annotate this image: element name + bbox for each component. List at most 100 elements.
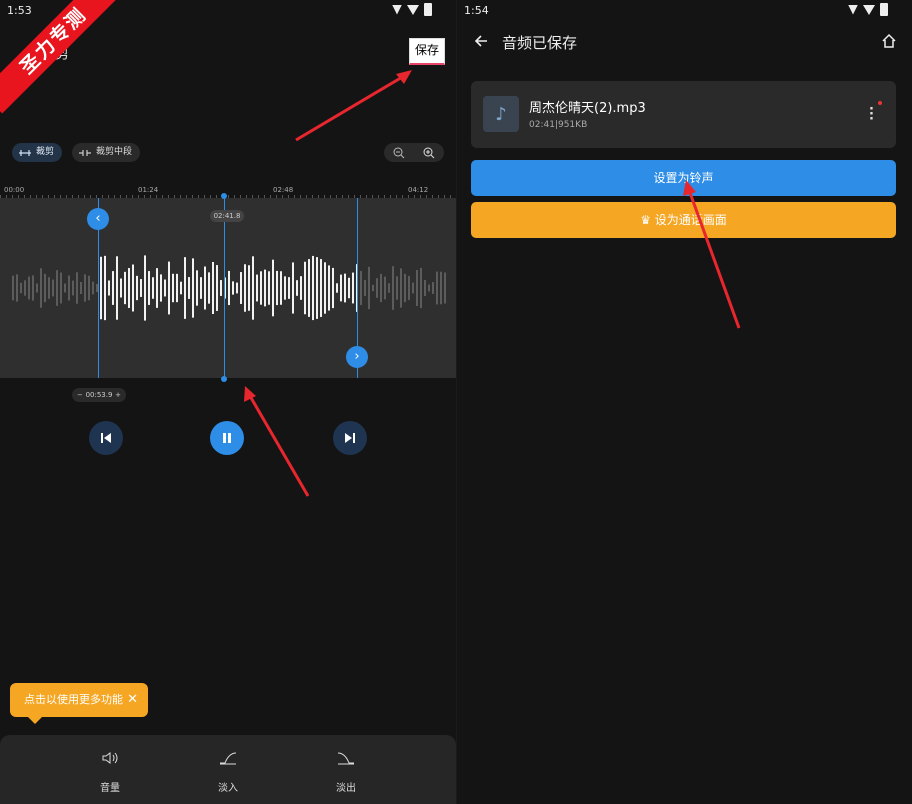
waveform-bar — [364, 279, 366, 297]
waveform-bar — [140, 279, 142, 297]
signal-icon — [863, 4, 875, 15]
skip-previous-button[interactable] — [89, 421, 123, 455]
waveform-bar — [432, 282, 434, 294]
waveform-bar — [300, 276, 302, 300]
save-button[interactable]: 保存 — [409, 38, 445, 65]
trim-mode-chip[interactable]: 裁剪 — [12, 143, 63, 162]
signal-icon — [407, 4, 419, 15]
waveform-bar — [328, 265, 330, 311]
zoom-in-icon[interactable] — [421, 145, 437, 161]
feature-tooltip[interactable]: 点击以使用更多功能 ✕ — [10, 683, 148, 724]
skip-next-button[interactable] — [333, 421, 367, 455]
close-icon[interactable]: ✕ — [127, 683, 138, 717]
waveform-bar — [436, 271, 438, 305]
crown-icon: ♛ — [640, 213, 651, 227]
waveform-bar — [104, 255, 106, 321]
waveform-bar — [372, 284, 374, 292]
page-title: 音频已保存 — [502, 34, 578, 52]
waveform-area[interactable] — [0, 198, 456, 378]
waveform-bar — [100, 256, 102, 320]
set-ringtone-button[interactable]: 设置为铃声 — [471, 160, 896, 196]
end-handle-chevron-right-icon[interactable]: › — [346, 346, 368, 368]
zoom-controls — [384, 143, 444, 162]
pause-button[interactable] — [210, 421, 244, 455]
file-meta: 02:41|951KB — [529, 120, 588, 130]
tool-fade-in-label: 淡入 — [218, 783, 238, 794]
set-call-screen-button[interactable]: ♛ 设为通话画面 — [471, 202, 896, 238]
right-screen: 1:54 音频已保存 ♪ 周杰伦晴天(2).mp3 02:41|951KB · ·… — [457, 0, 912, 804]
waveform-bar — [48, 277, 50, 299]
timeline-ruler: 00:00 01:24 02:48 04:12 — [0, 182, 456, 200]
fade-in-icon — [220, 752, 237, 765]
tool-fade-out-label: 淡出 — [336, 783, 356, 794]
waveform-bar — [36, 283, 38, 293]
waveform-bar — [24, 280, 26, 296]
waveform-bar — [316, 257, 318, 319]
waveform-bar — [348, 277, 350, 299]
ruler-label: 01:24 — [138, 186, 159, 194]
waveform-bar — [32, 275, 34, 301]
waveform-bar — [16, 274, 18, 302]
file-duration: 02:41 — [529, 120, 555, 130]
waveform-bar — [256, 274, 258, 302]
playhead-line[interactable] — [224, 196, 225, 380]
waveform-bar — [440, 271, 442, 305]
zoom-out-icon[interactable] — [391, 145, 407, 161]
start-handle-chevron-left-icon[interactable]: ‹ — [87, 208, 109, 230]
playhead-bottom-knob[interactable] — [221, 376, 227, 382]
waveform-bar — [56, 270, 58, 306]
more-options-icon[interactable]: · · · — [869, 103, 874, 126]
waveform-bar — [116, 256, 118, 320]
saved-file-card[interactable]: ♪ 周杰伦晴天(2).mp3 02:41|951KB · · · — [471, 81, 896, 148]
waveform-bar — [232, 281, 234, 295]
trim-middle-chip[interactable]: 裁剪中段 — [72, 143, 141, 162]
waveform-bar — [332, 267, 334, 309]
trim-middle-icon — [79, 149, 91, 156]
waveform-bar — [156, 268, 158, 308]
waveform-bar — [376, 278, 378, 298]
waveform-bar — [20, 282, 22, 294]
waveform-bar — [272, 259, 274, 317]
increment-button[interactable]: + — [115, 391, 121, 399]
battery-icon — [880, 3, 888, 16]
waveform-bar — [12, 275, 14, 301]
status-time: 1:54 — [464, 4, 489, 17]
waveform-bar — [404, 273, 406, 303]
waveform-bar — [260, 271, 262, 305]
playhead-top-knob[interactable] — [221, 193, 227, 199]
decrement-button[interactable]: − — [77, 391, 83, 399]
tool-fade-in[interactable]: 淡入 — [198, 747, 258, 794]
file-size: 951KB — [557, 120, 588, 130]
waveform-bar — [308, 259, 310, 317]
waveform-bar — [52, 279, 54, 297]
waveform-bar — [128, 268, 130, 308]
back-arrow-icon[interactable] — [473, 33, 489, 53]
tool-volume[interactable]: 音量 — [80, 747, 140, 794]
waveform-bar — [76, 272, 78, 304]
waveform-bar — [84, 274, 86, 302]
waveform-bar — [208, 272, 210, 304]
waveform-bar — [68, 275, 70, 301]
waveform-bar — [188, 277, 190, 299]
waveform-bar — [40, 268, 42, 308]
trim-icon — [19, 149, 31, 156]
start-time-stepper[interactable]: − 00:53.9 + — [72, 388, 126, 402]
waveform-bar — [148, 271, 150, 305]
waveform-bar — [420, 267, 422, 309]
ruler-label: 00:00 — [4, 186, 25, 194]
waveform-bar — [120, 278, 122, 298]
wifi-icon — [392, 4, 402, 15]
waveform-bar — [204, 266, 206, 310]
waveform-bar — [380, 273, 382, 303]
waveform-bar — [228, 270, 230, 306]
waveform — [12, 255, 446, 321]
waveform-bar — [412, 282, 414, 294]
tool-fade-out[interactable]: 淡出 — [316, 747, 376, 794]
waveform-bar — [320, 259, 322, 317]
home-icon[interactable] — [881, 33, 897, 53]
skip-next-icon — [345, 433, 355, 443]
waveform-bar — [112, 271, 114, 305]
waveform-bar — [344, 273, 346, 303]
fade-out-icon — [337, 752, 354, 765]
tool-volume-label: 音量 — [100, 783, 120, 794]
